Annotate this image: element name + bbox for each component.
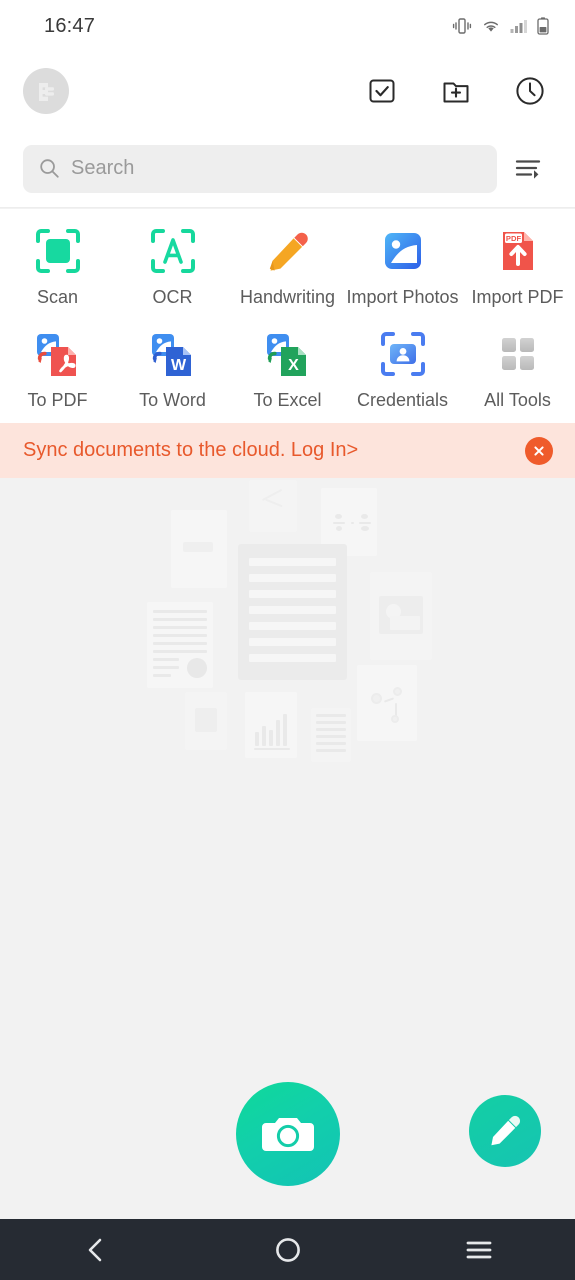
sort-filter-icon bbox=[515, 159, 541, 179]
search-input[interactable]: Search bbox=[23, 144, 497, 193]
ocr-a-frame-icon bbox=[147, 225, 199, 277]
app-screen: 16:47 Search Scan OCR Handwriting Import… bbox=[0, 0, 575, 1280]
doc-thumb bbox=[171, 510, 227, 588]
photo-icon bbox=[377, 225, 429, 277]
vibrate-icon bbox=[452, 17, 472, 35]
doc-thumb bbox=[370, 572, 432, 660]
tool-label: Import PDF bbox=[471, 287, 564, 307]
android-nav-bar bbox=[0, 1219, 575, 1280]
edit-fab[interactable] bbox=[469, 1095, 541, 1167]
signal-icon bbox=[510, 18, 528, 34]
tool-label: Handwriting bbox=[239, 287, 336, 307]
tool-to-word[interactable]: W To Word bbox=[115, 320, 230, 423]
search-placeholder: Search bbox=[71, 157, 135, 179]
pencil-icon bbox=[262, 225, 314, 277]
svg-text:X: X bbox=[288, 357, 299, 374]
tool-label: OCR bbox=[152, 287, 193, 307]
search-row: Search bbox=[0, 130, 575, 208]
select-checkbox-button[interactable] bbox=[365, 74, 399, 108]
app-header bbox=[0, 52, 575, 130]
logo-glyph bbox=[39, 83, 54, 101]
tools-row-1: Scan OCR Handwriting Import Photos PDF I… bbox=[0, 217, 575, 320]
circle-icon bbox=[275, 1237, 300, 1262]
tool-scan[interactable]: Scan bbox=[0, 217, 115, 320]
nav-back-button[interactable] bbox=[0, 1235, 192, 1265]
sort-filter-button[interactable] bbox=[497, 155, 559, 183]
nav-recents-button[interactable] bbox=[383, 1238, 575, 1262]
status-icons bbox=[452, 17, 549, 35]
checkbox-check-icon bbox=[369, 79, 395, 103]
pencil-icon bbox=[491, 1115, 521, 1146]
recent-button[interactable] bbox=[513, 74, 547, 108]
scattered-documents-watermark bbox=[145, 480, 445, 770]
header-actions bbox=[365, 74, 557, 108]
photo-to-word-icon: W bbox=[147, 328, 199, 380]
tools-row-2: To PDF W To Word X To Excel Credentials … bbox=[0, 320, 575, 423]
grid-squares-icon bbox=[492, 328, 544, 380]
sync-banner-message[interactable]: Sync documents to the cloud. Log In> bbox=[23, 439, 358, 462]
tool-import-photos[interactable]: Import Photos bbox=[345, 217, 460, 320]
tool-label: To Excel bbox=[253, 390, 322, 410]
status-bar: 16:47 bbox=[0, 0, 575, 52]
doc-thumb bbox=[311, 708, 351, 762]
clock-icon bbox=[516, 77, 544, 105]
doc-thumb bbox=[249, 480, 297, 532]
wifi-icon bbox=[481, 18, 501, 34]
tool-label: All Tools bbox=[484, 390, 551, 410]
new-folder-button[interactable] bbox=[439, 74, 473, 108]
camera-fab[interactable] bbox=[236, 1082, 340, 1186]
tool-label: Credentials bbox=[356, 390, 449, 410]
tool-to-pdf[interactable]: To PDF bbox=[0, 320, 115, 423]
tool-label: To Word bbox=[139, 390, 206, 410]
search-icon bbox=[40, 159, 59, 178]
tools-grid: Scan OCR Handwriting Import Photos PDF I… bbox=[0, 209, 575, 423]
nav-home-button[interactable] bbox=[192, 1236, 384, 1264]
sync-banner-close-button[interactable] bbox=[525, 436, 553, 465]
tool-label: Import Photos bbox=[346, 287, 459, 307]
svg-text:PDF: PDF bbox=[505, 234, 521, 243]
chevron-left-icon bbox=[88, 1238, 102, 1261]
pdf-upload-icon: PDF bbox=[492, 225, 544, 277]
camera-icon bbox=[262, 1118, 314, 1151]
folder-plus-icon bbox=[443, 82, 469, 103]
tool-import-pdf[interactable]: PDF Import PDF bbox=[460, 217, 575, 320]
doc-thumb bbox=[147, 602, 213, 688]
doc-thumb bbox=[245, 692, 297, 758]
hamburger-icon bbox=[466, 1241, 492, 1258]
tool-to-excel[interactable]: X To Excel bbox=[230, 320, 345, 423]
doc-thumb bbox=[357, 665, 417, 741]
tool-all-tools[interactable]: All Tools bbox=[460, 320, 575, 423]
tool-label: To PDF bbox=[27, 390, 88, 410]
scan-frame-icon bbox=[32, 225, 84, 277]
photo-to-excel-icon: X bbox=[262, 328, 314, 380]
empty-document-list bbox=[0, 478, 575, 1070]
tool-credentials[interactable]: Credentials bbox=[345, 320, 460, 423]
tool-ocr[interactable]: OCR bbox=[115, 217, 230, 320]
id-card-scan-icon bbox=[377, 328, 429, 380]
close-circle-icon bbox=[534, 445, 544, 456]
tool-label: Scan bbox=[36, 287, 79, 307]
tool-handwriting[interactable]: Handwriting bbox=[230, 217, 345, 320]
sync-banner: Sync documents to the cloud. Log In> bbox=[0, 423, 575, 478]
doc-thumb bbox=[185, 692, 227, 750]
status-time: 16:47 bbox=[44, 14, 96, 37]
battery-icon bbox=[537, 17, 549, 35]
doc-thumb-primary bbox=[238, 544, 347, 680]
app-logo-avatar[interactable] bbox=[23, 68, 69, 114]
svg-text:W: W bbox=[170, 357, 186, 374]
photo-to-pdf-icon bbox=[32, 328, 84, 380]
